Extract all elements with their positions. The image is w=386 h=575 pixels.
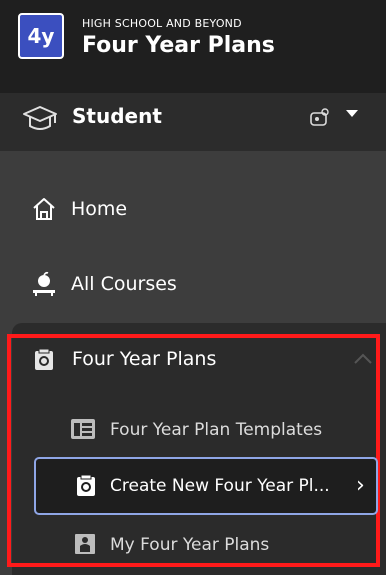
home-icon — [33, 198, 55, 220]
student-plan-icon — [75, 534, 95, 554]
chevron-up-icon[interactable] — [352, 351, 374, 367]
nav-label-four-year-plans: Four Year Plans — [72, 348, 217, 370]
app-logo[interactable]: 4y — [18, 13, 64, 59]
create-plan-icon — [77, 474, 95, 496]
nav-label-home: Home — [71, 198, 128, 220]
role-label: Student — [72, 104, 162, 128]
chevron-down-icon — [346, 110, 358, 117]
sub-label-my-plans: My Four Year Plans — [110, 535, 270, 555]
template-icon — [71, 419, 95, 439]
sub-label-plan-templates: Four Year Plan Templates — [110, 420, 323, 440]
app-title: Four Year Plans — [82, 33, 275, 58]
sub-label-create-new-plan: Create New Four Year Pl... — [110, 476, 330, 496]
planner-icon — [35, 348, 53, 370]
nav-item-home[interactable] — [0, 180, 386, 238]
graduation-cap-icon — [23, 106, 57, 130]
app-subtitle: HIGH SCHOOL AND BEYOND — [82, 17, 242, 30]
nav-item-all-courses[interactable] — [0, 256, 386, 314]
nav-label-all-courses: All Courses — [71, 273, 177, 295]
chevron-right-icon: › — [356, 473, 365, 498]
apple-desk-icon — [33, 271, 55, 296]
role-switch-icon[interactable] — [308, 107, 330, 129]
